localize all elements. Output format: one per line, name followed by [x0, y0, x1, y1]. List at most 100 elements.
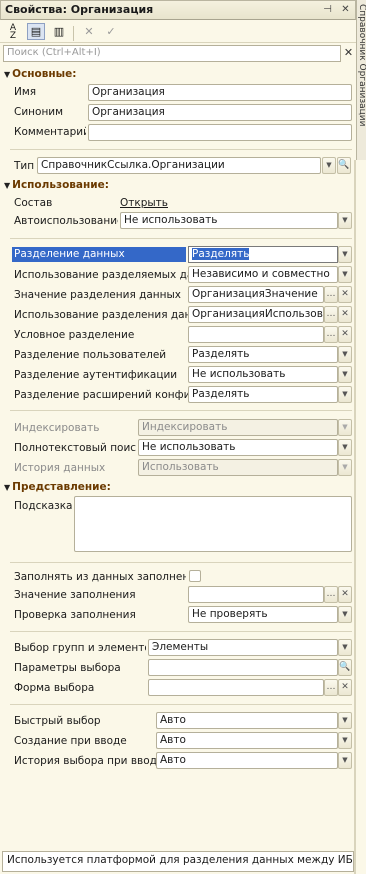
cond-sep-label: Условное разделение — [14, 329, 135, 341]
choice-params-field[interactable] — [148, 659, 338, 676]
divider — [10, 704, 352, 705]
quick-choice-select[interactable]: Авто — [156, 712, 338, 729]
quick-choice-dropdown-button[interactable]: ▼ — [338, 712, 352, 729]
cond-sep-clear-button[interactable]: ✕ — [338, 326, 352, 343]
ext-sep-select[interactable]: Разделять — [188, 386, 338, 403]
sep-value-choose-button[interactable]: … — [324, 286, 338, 303]
clear-search-icon[interactable]: ✕ — [342, 45, 355, 62]
divider — [10, 238, 352, 239]
sep-use-clear-button[interactable]: ✕ — [338, 306, 352, 323]
cond-sep-choose-button[interactable]: … — [324, 326, 338, 343]
choice-groups-select[interactable]: Элементы — [148, 639, 338, 656]
sep-use-field[interactable]: ОрганизацияИспользование — [188, 306, 324, 323]
ext-sep-label: Разделение расширений конфигурации — [14, 389, 188, 401]
synonym-field[interactable]: Организация — [88, 104, 352, 121]
quick-choice-label: Быстрый выбор — [14, 715, 101, 727]
sep-use-choose-button[interactable]: … — [324, 306, 338, 323]
search-input[interactable]: Поиск (Ctrl+Alt+I) — [3, 45, 341, 62]
auth-sep-dropdown-button[interactable]: ▼ — [338, 366, 352, 383]
cancel-icon[interactable]: ✕ — [80, 23, 98, 40]
index-dropdown-button[interactable]: ▼ — [338, 419, 352, 436]
name-field[interactable]: Организация — [88, 84, 352, 101]
sep-shared-select[interactable]: Независимо и совместно — [188, 266, 338, 283]
history-select[interactable]: Использовать — [138, 459, 338, 476]
comment-field[interactable] — [88, 124, 352, 141]
close-icon[interactable]: ✕ — [338, 2, 353, 17]
index-label: Индексировать — [14, 422, 100, 434]
fill-check-select[interactable]: Не проверять — [188, 606, 338, 623]
section-presentation[interactable]: ▼ Представление: — [4, 481, 111, 493]
create-on-input-label: Создание при вводе — [14, 735, 127, 747]
window-title: Свойства: Организация — [5, 3, 154, 16]
composition-open-link[interactable]: Открыть — [120, 197, 168, 209]
sep-data-value: Разделять — [192, 248, 250, 260]
sep-value-clear-button[interactable]: ✕ — [338, 286, 352, 303]
sep-data-dropdown-button[interactable]: ▼ — [338, 246, 352, 263]
index-select[interactable]: Индексировать — [138, 419, 338, 436]
fill-check-dropdown-button[interactable]: ▼ — [338, 606, 352, 623]
fill-value-choose-button[interactable]: … — [324, 586, 338, 603]
side-tab[interactable]: Справочник Организации — [356, 0, 366, 160]
fill-value-field[interactable] — [188, 586, 324, 603]
sep-value-label: Значение разделения данных — [14, 289, 182, 301]
comment-label: Комментарий — [14, 126, 86, 138]
choice-params-label: Параметры выбора — [14, 662, 121, 674]
collapse-icon: ▼ — [4, 483, 11, 492]
choice-history-dropdown-button[interactable]: ▼ — [338, 752, 352, 769]
choice-groups-label: Выбор групп и элементов — [14, 642, 146, 654]
user-sep-select[interactable]: Разделять — [188, 346, 338, 363]
collapse-icon: ▼ — [4, 70, 11, 79]
fill-from-label: Заполнять из данных заполнения — [14, 571, 186, 583]
divider — [10, 631, 352, 632]
sep-data-label[interactable]: Разделение данных — [12, 247, 186, 262]
choice-form-label: Форма выбора — [14, 682, 95, 694]
cond-sep-field[interactable] — [188, 326, 324, 343]
hint-textarea[interactable] — [74, 496, 352, 552]
autouse-select[interactable]: Не использовать — [120, 212, 338, 229]
divider — [10, 562, 352, 563]
toolbar-separator — [73, 26, 74, 41]
check-icon[interactable]: ✓ — [102, 23, 120, 40]
ext-sep-dropdown-button[interactable]: ▼ — [338, 386, 352, 403]
sep-shared-label: Использование разделяемых данных — [14, 269, 188, 281]
choice-groups-dropdown-button[interactable]: ▼ — [338, 639, 352, 656]
fts-select[interactable]: Не использовать — [138, 439, 338, 456]
divider — [10, 410, 352, 411]
history-dropdown-button[interactable]: ▼ — [338, 459, 352, 476]
section-basic[interactable]: ▼ Основные: — [4, 68, 77, 80]
choice-form-field[interactable] — [148, 679, 324, 696]
autouse-dropdown-button[interactable]: ▼ — [338, 212, 352, 229]
choice-form-clear-button[interactable]: ✕ — [338, 679, 352, 696]
autouse-label: Автоиспользование — [14, 215, 118, 227]
auth-sep-label: Разделение аутентификации — [14, 369, 178, 381]
synonym-label: Синоним — [14, 106, 64, 118]
fill-value-label: Значение заполнения — [14, 589, 136, 601]
fts-label: Полнотекстовый поиск — [14, 442, 136, 454]
create-on-input-dropdown-button[interactable]: ▼ — [338, 732, 352, 749]
pin-icon[interactable]: ⊣ — [320, 2, 335, 17]
auth-sep-select[interactable]: Не использовать — [188, 366, 338, 383]
type-field[interactable]: СправочникСсылка.Организации — [37, 157, 321, 174]
filter-icon[interactable]: ▥ — [50, 23, 68, 40]
sep-data-select[interactable]: Разделять — [188, 246, 338, 263]
sep-shared-dropdown-button[interactable]: ▼ — [338, 266, 352, 283]
sep-value-field[interactable]: ОрганизацияЗначение — [188, 286, 324, 303]
panel-edge — [354, 160, 356, 874]
create-on-input-select[interactable]: Авто — [156, 732, 338, 749]
choice-params-search-icon[interactable]: 🔍 — [338, 659, 352, 676]
fill-value-clear-button[interactable]: ✕ — [338, 586, 352, 603]
categories-icon[interactable]: ▤ — [27, 23, 45, 40]
fill-check-label: Проверка заполнения — [14, 609, 136, 621]
choice-history-label: История выбора при вводе — [14, 755, 156, 767]
choice-history-select[interactable]: Авто — [156, 752, 338, 769]
fill-from-checkbox[interactable] — [189, 570, 201, 582]
type-dropdown-button[interactable]: ▼ — [322, 157, 336, 174]
sort-az-icon[interactable]: AZ — [4, 23, 22, 41]
choice-form-choose-button[interactable]: … — [324, 679, 338, 696]
user-sep-dropdown-button[interactable]: ▼ — [338, 346, 352, 363]
user-sep-label: Разделение пользователей — [14, 349, 167, 361]
type-search-icon[interactable]: 🔍 — [337, 157, 351, 174]
section-usage[interactable]: ▼ Использование: — [4, 179, 109, 191]
collapse-icon: ▼ — [4, 181, 11, 190]
fts-dropdown-button[interactable]: ▼ — [338, 439, 352, 456]
